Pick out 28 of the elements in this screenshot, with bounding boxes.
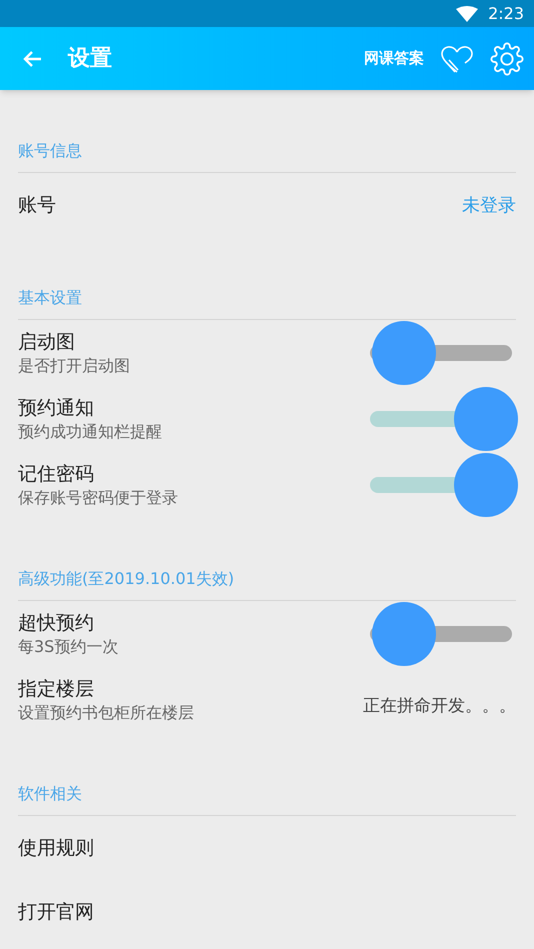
section-header: 基本设置 <box>18 287 82 309</box>
setting-value: 正在拼命开发。。。 <box>363 695 516 718</box>
heart-icon <box>440 44 474 74</box>
setting-label[interactable]: 预约通知 <box>18 395 370 421</box>
settings-button[interactable] <box>490 42 524 76</box>
setting-label[interactable]: 账号 <box>18 192 462 218</box>
setting-description: 保存账号密码便于登录 <box>18 487 179 509</box>
clock: 2:23 <box>488 2 524 24</box>
section-header: 账号信息 <box>18 140 82 162</box>
setting-description: 设置预约书包柜所在楼层 <box>18 702 195 724</box>
page-title: 设置 <box>68 45 112 73</box>
setting-description: 是否打开启动图 <box>18 355 131 377</box>
setting-label[interactable]: 超快预约 <box>18 610 370 636</box>
settings-icon <box>490 42 524 76</box>
section-header: 软件相关 <box>18 783 82 805</box>
wifi-icon <box>456 6 478 22</box>
back-arrow-icon <box>22 50 42 68</box>
toggle-switch[interactable] <box>370 387 518 451</box>
section-header: 高级功能(至2019.10.01失效) <box>18 568 234 590</box>
toggle-switch[interactable] <box>370 453 518 517</box>
setting-description: 预约成功通知栏提醒 <box>18 421 163 443</box>
heart-button[interactable] <box>440 44 474 74</box>
setting-label[interactable]: 指定楼层 <box>18 676 363 702</box>
setting-label[interactable]: 使用规则 <box>18 835 516 861</box>
setting-description: 每3S预约一次 <box>18 636 120 658</box>
setting-label[interactable]: 记住密码 <box>18 461 370 487</box>
setting-label[interactable]: 打开官网 <box>18 899 516 925</box>
setting-label[interactable]: 启动图 <box>18 329 370 355</box>
